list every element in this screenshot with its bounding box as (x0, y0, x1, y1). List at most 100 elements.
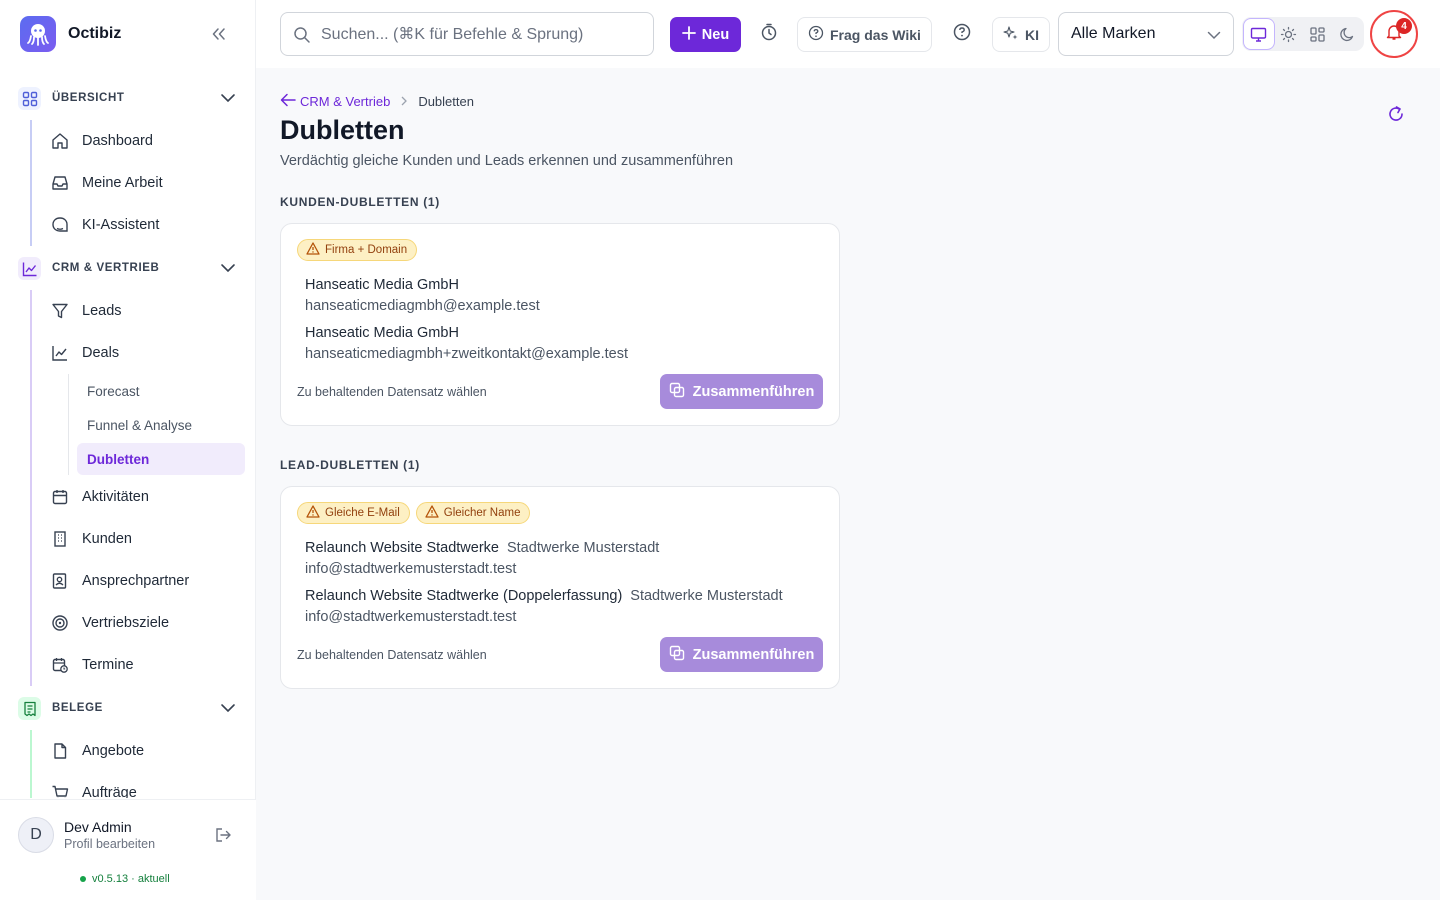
sidebar-item-label: Aufträge (82, 785, 137, 798)
notifications-button[interactable]: 4 (1370, 10, 1418, 58)
sun-icon[interactable] (1274, 19, 1304, 49)
group-crm-vertrieb: Leads Deals Forecast Funnel & Analyse Du… (0, 290, 256, 686)
record-name: Relaunch Website Stadtwerke (305, 540, 499, 556)
sidebar-item-dashboard[interactable]: Dashboard (0, 120, 256, 162)
record-name: Hanseatic Media GmbH (305, 277, 459, 293)
sidebar-item-leads[interactable]: Leads (0, 290, 256, 332)
match-tag: Firma + Domain (297, 239, 418, 261)
version-status: v0.5.13 · aktuell (80, 873, 170, 885)
brand[interactable]: Octibiz (20, 16, 121, 52)
topbar: Suchen... (⌘K für Befehle & Sprung) Neu … (256, 0, 1440, 68)
record-email: hanseaticmediagmbh@example.test (305, 298, 540, 314)
ai-button[interactable]: KI (992, 17, 1050, 52)
status-dot (80, 876, 86, 882)
plus-icon (681, 25, 696, 44)
section-belege[interactable]: BELEGE (0, 686, 256, 730)
lead-duplicate-card: Gleiche E-Mail Gleicher Name Relaunch We… (280, 486, 840, 689)
section-crm-vertrieb[interactable]: CRM & VERTRIEB (0, 246, 256, 290)
edit-profile-link[interactable]: Profil bearbeiten (64, 837, 155, 851)
duplicate-record[interactable]: Relaunch Website Stadtwerke (Doppelerfas… (305, 587, 783, 625)
sidebar-item-angebote[interactable]: Angebote (0, 730, 256, 772)
section-label: ÜBERSICHT (52, 92, 125, 104)
chevron-down-icon (220, 700, 236, 721)
new-button[interactable]: Neu (670, 17, 741, 52)
layout-grid-icon[interactable] (1303, 19, 1333, 49)
trend-chart-icon (18, 257, 41, 280)
page-subtitle: Verdächtig gleiche Kunden und Leads erke… (280, 153, 734, 169)
funnel-icon (50, 302, 70, 320)
contact-card-icon (50, 572, 70, 590)
sidebar-item-label: Termine (82, 657, 134, 673)
chat-bot-icon (50, 216, 70, 234)
help-circle-icon (808, 25, 824, 44)
sidebar-subitem-funnel-analyse[interactable]: Funnel & Analyse (0, 408, 256, 442)
app-name: Octibiz (68, 25, 122, 42)
group-belege: Angebote Aufträge (0, 730, 256, 798)
avatar[interactable]: D (18, 817, 54, 853)
sidebar-item-kunden[interactable]: Kunden (0, 518, 256, 560)
refresh-icon[interactable] (1387, 105, 1405, 128)
merge-button-label: Zusammenführen (692, 383, 815, 400)
home-icon (50, 132, 70, 150)
match-tag: Gleicher Name (415, 502, 531, 524)
view-mode-switcher (1242, 17, 1364, 51)
warning-icon (306, 505, 320, 521)
ask-wiki-button[interactable]: Frag das Wiki (797, 17, 932, 52)
octopus-logo-icon (20, 16, 56, 52)
sidebar-item-ki-assistent[interactable]: KI-Assistent (0, 204, 256, 246)
sidebar: Octibiz ÜBERSICHT Dashboard Meine Arbeit (0, 0, 256, 900)
arrow-left-icon (280, 93, 296, 110)
sidebar-item-ansprechpartner[interactable]: Ansprechpartner (0, 560, 256, 602)
record-name: Hanseatic Media GmbH (305, 325, 459, 341)
sidebar-item-label: Dashboard (82, 133, 153, 149)
monitor-icon[interactable] (1244, 19, 1274, 49)
select-record-hint: Zu behaltenden Datensatz wählen (297, 648, 487, 662)
merge-icon (669, 645, 685, 665)
stopwatch-icon[interactable] (759, 22, 779, 47)
sidebar-item-label: Aktivitäten (82, 489, 149, 505)
duplicate-record[interactable]: Hanseatic Media GmbH hanseaticmediagmbh+… (305, 324, 628, 362)
duplicate-record[interactable]: Hanseatic Media GmbH hanseaticmediagmbh@… (305, 276, 540, 314)
brand-select[interactable]: Alle Marken (1058, 12, 1234, 56)
sparkles-icon (1003, 25, 1019, 44)
record-email: info@stadtwerkemusterstadt.test (305, 609, 517, 625)
sidebar-item-meine-arbeit[interactable]: Meine Arbeit (0, 162, 256, 204)
merge-button[interactable]: Zusammenführen (660, 637, 823, 672)
warning-icon (306, 242, 320, 258)
record-organization: Stadtwerke Musterstadt (630, 588, 783, 604)
match-tags: Firma + Domain (297, 239, 418, 261)
chevron-down-icon (220, 260, 236, 281)
main-content: CRM & Vertrieb Dubletten Dubletten Verdä… (256, 68, 1440, 900)
help-icon[interactable] (952, 22, 972, 47)
duplicate-record[interactable]: Relaunch Website Stadtwerke Stadtwerke Mu… (305, 539, 659, 577)
sidebar-item-label: Meine Arbeit (82, 175, 163, 191)
sidebar-item-termine[interactable]: Termine (0, 644, 256, 686)
collapse-sidebar-icon[interactable] (208, 24, 230, 44)
calendar-icon (50, 488, 70, 506)
merge-button[interactable]: Zusammenführen (660, 374, 823, 409)
user-name: Dev Admin (64, 819, 132, 835)
match-tags: Gleiche E-Mail Gleicher Name (297, 502, 531, 524)
moon-icon[interactable] (1333, 19, 1363, 49)
section-uebersicht[interactable]: ÜBERSICHT (0, 76, 256, 120)
match-tag: Gleiche E-Mail (297, 502, 410, 524)
search-placeholder: Suchen... (⌘K für Befehle & Sprung) (321, 26, 584, 43)
sidebar-item-auftraege[interactable]: Aufträge (0, 772, 256, 798)
sidebar-item-deals[interactable]: Deals (0, 332, 256, 374)
sidebar-subitem-forecast[interactable]: Forecast (0, 374, 256, 408)
receipt-icon (18, 697, 41, 720)
warning-icon (425, 505, 439, 521)
record-organization: Stadtwerke Musterstadt (506, 540, 660, 556)
sidebar-item-label: Vertriebsziele (82, 615, 170, 631)
search-input[interactable]: Suchen... (⌘K für Befehle & Sprung) (280, 12, 654, 56)
sidebar-item-vertriebsziele[interactable]: Vertriebsziele (0, 602, 256, 644)
ai-label: KI (1025, 26, 1039, 43)
match-tag-label: Gleicher Name (443, 507, 521, 519)
section-label: BELEGE (52, 702, 103, 714)
sidebar-subitem-dubletten[interactable]: Dubletten (77, 443, 245, 475)
logout-icon[interactable] (214, 826, 232, 849)
breadcrumb-back-link[interactable]: CRM & Vertrieb (280, 93, 390, 110)
search-icon (293, 26, 311, 49)
breadcrumb-parent: CRM & Vertrieb (300, 94, 391, 109)
sidebar-item-aktivitaeten[interactable]: Aktivitäten (0, 476, 256, 518)
